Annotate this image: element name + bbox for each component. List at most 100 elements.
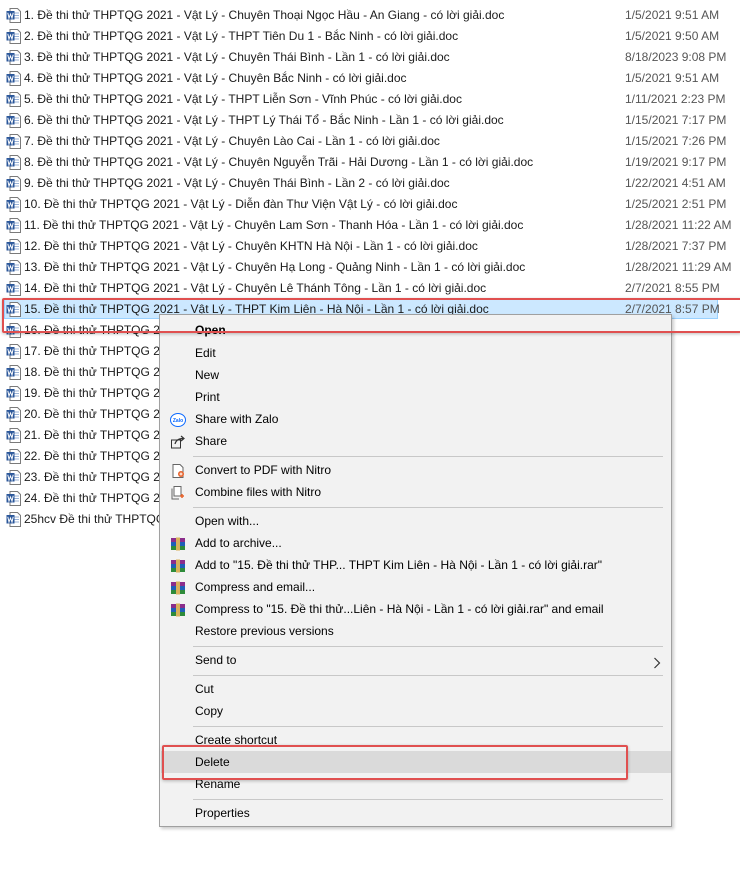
winrar-icon <box>170 558 186 573</box>
file-name: 7. Đề thi thử THPTQG 2021 - Vật Lý - Chu… <box>24 134 440 148</box>
menu-item-edit[interactable]: Edit <box>161 342 671 364</box>
menu-item-convert-to-pdf[interactable]: Convert to PDF with Nitro <box>161 459 671 481</box>
menu-label: Rename <box>195 777 241 791</box>
menu-item-delete[interactable]: Delete <box>161 751 671 773</box>
nitro-combine-icon <box>170 485 186 500</box>
menu-item-combine-files[interactable]: Combine files with Nitro <box>161 481 671 503</box>
file-date-modified: 1/5/2021 9:50 AM <box>625 29 720 43</box>
file-date-modified: 1/5/2021 9:51 AM <box>625 8 720 22</box>
menu-label: Compress and email... <box>195 580 316 594</box>
menu-item-new[interactable]: New <box>161 364 671 386</box>
menu-label: Combine files with Nitro <box>195 485 322 499</box>
file-name: 13. Đề thi thử THPTQG 2021 - Vật Lý - Ch… <box>24 260 526 274</box>
file-name: 16. Đề thi thử THPTQG 20 <box>24 323 167 337</box>
file-date-modified: 8/18/2023 9:08 PM <box>625 50 727 64</box>
file-row[interactable]: 1. Đề thi thử THPTQG 2021 - Vật Lý - Chu… <box>0 5 740 26</box>
file-date-modified: 1/25/2021 2:51 PM <box>625 197 727 211</box>
menu-label: Add to "15. Đề thi thử THP... THPT Kim L… <box>195 558 603 572</box>
file-date-modified: 1/28/2021 7:37 PM <box>625 239 727 253</box>
file-row[interactable]: 14. Đề thi thử THPTQG 2021 - Vật Lý - Ch… <box>0 278 740 299</box>
file-name: 2. Đề thi thử THPTQG 2021 - Vật Lý - THP… <box>24 29 459 43</box>
menu-label: New <box>195 368 220 382</box>
menu-label: Convert to PDF with Nitro <box>195 463 332 477</box>
share-icon <box>170 434 186 449</box>
file-date-modified: 1/28/2021 11:22 AM <box>625 218 732 232</box>
file-name: 5. Đề thi thử THPTQG 2021 - Vật Lý - THP… <box>24 92 462 106</box>
file-name: 18. Đề thi thử THPTQG 20 <box>24 365 167 379</box>
file-row[interactable]: 5. Đề thi thử THPTQG 2021 - Vật Lý - THP… <box>0 89 740 110</box>
menu-item-copy[interactable]: Copy <box>161 700 671 722</box>
file-name: 14. Đề thi thử THPTQG 2021 - Vật Lý - Ch… <box>24 281 487 295</box>
file-row[interactable]: 12. Đề thi thử THPTQG 2021 - Vật Lý - Ch… <box>0 236 740 257</box>
menu-label: Open <box>195 323 226 337</box>
file-row[interactable]: 10. Đề thi thử THPTQG 2021 - Vật Lý - Di… <box>0 194 740 215</box>
menu-label: Send to <box>195 653 237 667</box>
file-date-modified: 1/15/2021 7:17 PM <box>625 113 727 127</box>
file-name: 21. Đề thi thử THPTQG 20 <box>24 428 167 442</box>
menu-item-print[interactable]: Print <box>161 386 671 408</box>
file-row[interactable]: 9. Đề thi thử THPTQG 2021 - Vật Lý - Chu… <box>0 173 740 194</box>
menu-separator <box>193 507 663 508</box>
menu-item-add-to-rar[interactable]: Add to "15. Đề thi thử THP... THPT Kim L… <box>161 554 671 576</box>
menu-label: Properties <box>195 806 250 820</box>
file-name: 24. Đề thi thử THPTQG 20 <box>24 491 167 505</box>
file-row[interactable]: 13. Đề thi thử THPTQG 2021 - Vật Lý - Ch… <box>0 257 740 278</box>
winrar-icon <box>170 536 186 551</box>
file-row[interactable]: 7. Đề thi thử THPTQG 2021 - Vật Lý - Chu… <box>0 131 740 152</box>
menu-item-compress-and-email[interactable]: Compress and email... <box>161 576 671 598</box>
file-row[interactable]: 8. Đề thi thử THPTQG 2021 - Vật Lý - Chu… <box>0 152 740 173</box>
file-name: 17. Đề thi thử THPTQG 20 <box>24 344 167 358</box>
menu-item-restore-previous-versions[interactable]: Restore previous versions <box>161 620 671 642</box>
file-name: 22. Đề thi thử THPTQG 20 <box>24 449 167 463</box>
file-date-modified: 1/15/2021 7:26 PM <box>625 134 727 148</box>
file-name: 9. Đề thi thử THPTQG 2021 - Vật Lý - Chu… <box>24 176 450 190</box>
file-row[interactable]: 3. Đề thi thử THPTQG 2021 - Vật Lý - Chu… <box>0 47 740 68</box>
menu-label: Cut <box>195 682 214 696</box>
file-name: 11. Đề thi thử THPTQG 2021 - Vật Lý - Ch… <box>24 218 524 232</box>
menu-item-rename[interactable]: Rename <box>161 773 671 795</box>
menu-label: Print <box>195 390 220 404</box>
menu-label: Compress to "15. Đề thi thử...Liên - Hà … <box>195 602 604 616</box>
menu-item-create-shortcut[interactable]: Create shortcut <box>161 729 671 751</box>
menu-label: Create shortcut <box>195 733 278 747</box>
menu-label: Share with Zalo <box>195 412 279 426</box>
file-date-modified: 1/11/2021 2:23 PM <box>625 92 726 106</box>
menu-item-share[interactable]: Share <box>161 430 671 452</box>
menu-item-compress-to-rar-and-email[interactable]: Compress to "15. Đề thi thử...Liên - Hà … <box>161 598 671 620</box>
file-name: 3. Đề thi thử THPTQG 2021 - Vật Lý - Chu… <box>24 50 450 64</box>
zalo-icon: Zalo <box>170 412 186 427</box>
winrar-icon <box>170 580 186 595</box>
menu-item-open-with[interactable]: Open with... <box>161 510 671 532</box>
menu-item-add-to-archive[interactable]: Add to archive... <box>161 532 671 554</box>
menu-separator <box>193 646 663 647</box>
file-name: 8. Đề thi thử THPTQG 2021 - Vật Lý - Chu… <box>24 155 534 169</box>
menu-item-properties[interactable]: Properties <box>161 802 671 824</box>
menu-item-open[interactable]: Open <box>161 319 671 341</box>
file-name: 1. Đề thi thử THPTQG 2021 - Vật Lý - Chu… <box>24 8 505 22</box>
file-date-modified: 2/7/2021 8:55 PM <box>625 281 720 295</box>
file-row[interactable]: 6. Đề thi thử THPTQG 2021 - Vật Lý - THP… <box>0 110 740 131</box>
context-menu: Open Edit New Print Zalo Share with Zalo… <box>159 314 672 827</box>
menu-item-cut[interactable]: Cut <box>161 678 671 700</box>
menu-item-send-to[interactable]: Send to <box>161 649 671 671</box>
menu-separator <box>193 675 663 676</box>
file-row[interactable]: 11. Đề thi thử THPTQG 2021 - Vật Lý - Ch… <box>0 215 740 236</box>
menu-separator <box>193 799 663 800</box>
chevron-right-icon <box>653 654 661 676</box>
file-name: 25hcv Đề thi thử THPTQG <box>24 512 166 526</box>
menu-separator <box>193 456 663 457</box>
menu-label: Share <box>195 434 228 448</box>
menu-label: Edit <box>195 346 216 360</box>
file-row[interactable]: 2. Đề thi thử THPTQG 2021 - Vật Lý - THP… <box>0 26 740 47</box>
menu-separator <box>193 726 663 727</box>
menu-item-share-with-zalo[interactable]: Zalo Share with Zalo <box>161 408 671 430</box>
file-name: 10. Đề thi thử THPTQG 2021 - Vật Lý - Di… <box>24 197 458 211</box>
menu-label: Restore previous versions <box>195 624 334 638</box>
file-name: 19. Đề thi thử THPTQG 20 <box>24 386 167 400</box>
file-date-modified: 1/28/2021 11:29 AM <box>625 260 732 274</box>
file-name: 20. Đề thi thử THPTQG 20 <box>24 407 167 421</box>
menu-label: Open with... <box>195 514 260 528</box>
file-date-modified: 1/19/2021 9:17 PM <box>625 155 727 169</box>
file-row[interactable]: 4. Đề thi thử THPTQG 2021 - Vật Lý - Chu… <box>0 68 740 89</box>
file-date-modified: 1/5/2021 9:51 AM <box>625 71 720 85</box>
